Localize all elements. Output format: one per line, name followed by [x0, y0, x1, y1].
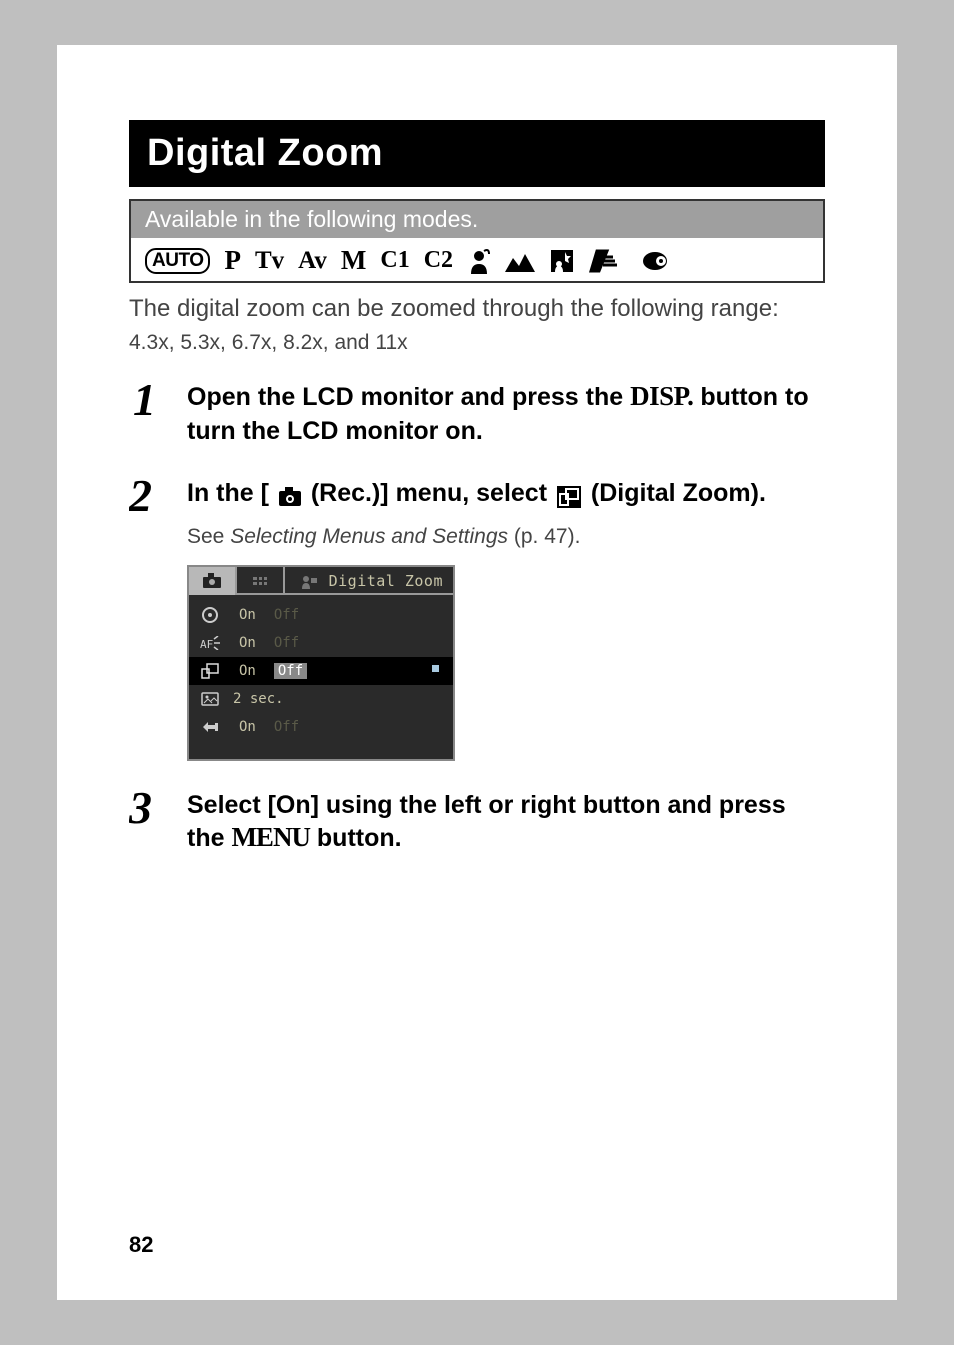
- mode-p-icon: P: [224, 245, 241, 276]
- step-2-text-post: (Digital Zoom).: [584, 479, 766, 507]
- screenshot-row-dz-off: Off: [274, 663, 307, 679]
- review-icon: [199, 692, 221, 706]
- disp-button-label: DISP.: [630, 381, 693, 411]
- camera-rec-icon: [277, 486, 303, 508]
- screenshot-menu-title: Digital Zoom: [329, 572, 443, 590]
- screenshot-row-spot: On Off: [189, 601, 453, 629]
- zoom-range-text: 4.3x, 5.3x, 6.7x, 8.2x, and 11x: [129, 331, 825, 355]
- step-2: 2 In the [ (Rec.)] menu, select (Digital…: [129, 475, 825, 761]
- screenshot-row-af: AF On Off: [189, 629, 453, 657]
- screenshot-tab-setup: [237, 567, 285, 595]
- svg-text:1: 1: [133, 379, 156, 421]
- digital-zoom-menu-icon: [199, 663, 221, 679]
- screenshot-tab-mycamera: [285, 567, 333, 595]
- screenshot-row-cont-off: Off: [274, 719, 299, 735]
- page-number: 82: [129, 1232, 153, 1258]
- screenshot-row-review-val: 2 sec.: [233, 691, 284, 707]
- section-title: Digital Zoom: [129, 120, 825, 187]
- mode-fast-shutter-icon: [589, 249, 619, 273]
- mode-portrait-icon: [467, 248, 491, 274]
- step-3-text-post: button.: [310, 824, 402, 852]
- step-2-reference: See Selecting Menus and Settings (p. 47)…: [187, 525, 825, 549]
- intro-text: The digital zoom can be zoomed through t…: [129, 293, 825, 325]
- step-number-1-icon: 1: [129, 379, 167, 449]
- mode-c1-icon: C1: [380, 247, 409, 274]
- available-modes-box: Available in the following modes. AUTO P…: [129, 199, 825, 283]
- svg-text:3: 3: [129, 787, 152, 829]
- mode-auto-icon: AUTO: [145, 248, 210, 274]
- screenshot-row-af-on: On: [239, 635, 256, 651]
- screenshot-row-review: 2 sec.: [189, 685, 453, 713]
- spot-ae-icon: [199, 606, 221, 624]
- menu-screenshot: Digital Zoom On Off AF On Off On: [187, 565, 455, 761]
- save-orig-icon: [199, 720, 221, 734]
- mode-c2-icon: C2: [424, 247, 453, 274]
- screenshot-row-spot-off: Off: [274, 607, 299, 623]
- step-2-text-pre: In the [: [187, 479, 276, 507]
- step-2-see-pre: See: [187, 525, 230, 548]
- step-2-text-mid: (Rec.)] menu, select: [304, 479, 554, 507]
- screenshot-row-continuous: On Off: [189, 713, 453, 741]
- step-1: 1 Open the LCD monitor and press the DIS…: [129, 379, 825, 449]
- mode-icons-row: AUTO P Tv Av M C1 C2: [131, 238, 823, 281]
- mode-m-icon: M: [341, 245, 366, 276]
- digital-zoom-icon: [556, 485, 582, 509]
- screenshot-row-af-off: Off: [274, 635, 299, 651]
- mode-landscape-icon: [505, 250, 535, 272]
- step-1-text-pre: Open the LCD monitor and press the: [187, 383, 630, 411]
- mode-tv-icon: Tv: [255, 247, 284, 275]
- screenshot-row-cont-on: On: [239, 719, 256, 735]
- svg-text:2: 2: [129, 475, 152, 517]
- step-2-see-link: Selecting Menus and Settings: [230, 525, 508, 548]
- screenshot-row-digitalzoom: On Off: [189, 657, 453, 685]
- screenshot-row-arrow-icon: [432, 665, 439, 672]
- available-modes-label: Available in the following modes.: [131, 201, 823, 238]
- mode-slow-shutter-icon: [633, 251, 667, 271]
- svg-text:AF: AF: [200, 638, 213, 650]
- screenshot-tab-rec: [189, 567, 237, 595]
- mode-night-icon: [549, 248, 575, 274]
- step-number-2-icon: 2: [129, 475, 167, 761]
- step-2-see-post: (p. 47).: [508, 525, 580, 548]
- step-3: 3 Select [On] using the left or right bu…: [129, 787, 825, 857]
- screenshot-menu-rows: On Off AF On Off On Off: [189, 595, 453, 741]
- manual-page: Digital Zoom Available in the following …: [57, 45, 897, 1300]
- mode-av-icon: Av: [298, 247, 327, 275]
- screenshot-row-spot-on: On: [239, 607, 256, 623]
- menu-button-label: MENU: [231, 822, 310, 852]
- step-number-3-icon: 3: [129, 787, 167, 857]
- screenshot-row-dz-on: On: [239, 663, 256, 679]
- af-assist-icon: AF: [199, 636, 221, 650]
